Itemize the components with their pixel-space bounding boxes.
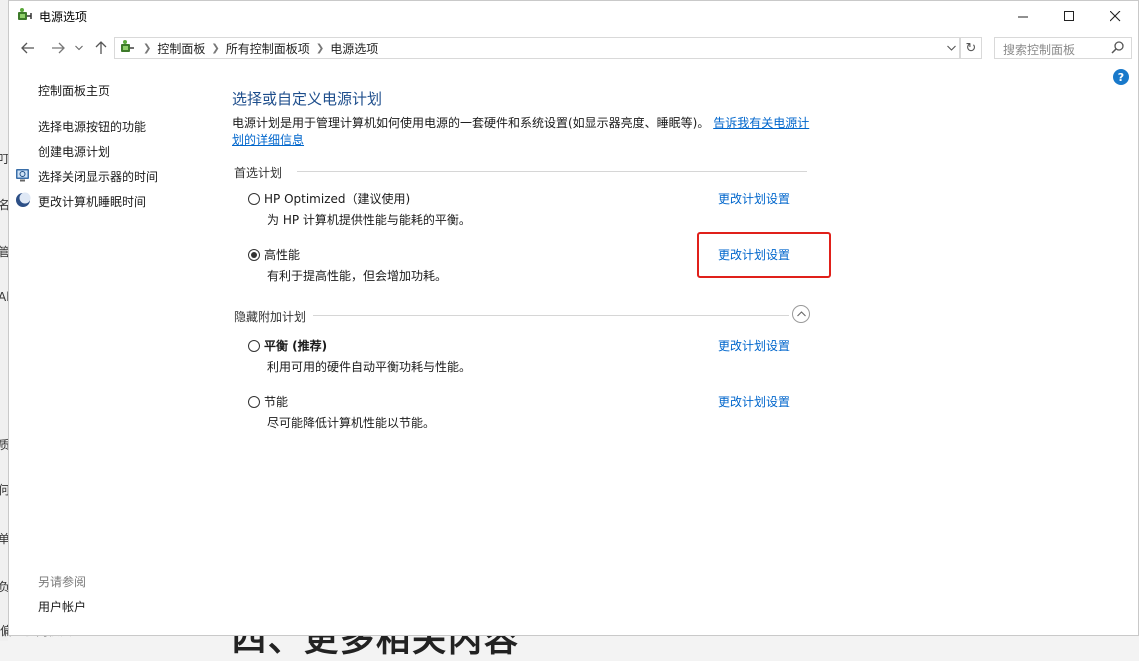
- minimize-button[interactable]: [1000, 1, 1046, 31]
- title-bar: 电源选项: [9, 1, 1138, 31]
- control-panel-home-link[interactable]: 控制面板主页: [38, 82, 110, 99]
- plan-radio-balanced[interactable]: [248, 340, 260, 352]
- navigation-bar: ❯ 控制面板 ❯ 所有控制面板项 ❯ 电源选项 ↻ 搜索控制面板: [9, 35, 1138, 61]
- plan-radio-power-saver[interactable]: [248, 396, 260, 408]
- search-box[interactable]: 搜索控制面板: [994, 37, 1132, 59]
- plan-desc-balanced: 利用可用的硬件自动平衡功耗与性能。: [267, 360, 472, 374]
- display-timer-icon: [16, 169, 29, 182]
- divider: [297, 171, 807, 172]
- user-accounts-link[interactable]: 用户帐户: [38, 598, 86, 615]
- close-button[interactable]: [1092, 1, 1138, 31]
- breadcrumb-all-items[interactable]: 所有控制面板项: [226, 40, 310, 57]
- close-icon: [1109, 10, 1120, 21]
- hidden-plans-heading: 隐藏附加计划: [234, 310, 307, 324]
- back-button[interactable]: [17, 35, 39, 61]
- address-bar[interactable]: ❯ 控制面板 ❯ 所有控制面板项 ❯ 电源选项: [114, 37, 960, 59]
- breadcrumb-control-panel[interactable]: 控制面板: [157, 40, 205, 57]
- address-dropdown-button[interactable]: [943, 38, 959, 58]
- maximize-button[interactable]: [1046, 1, 1092, 31]
- change-plan-settings-link[interactable]: 更改计划设置: [718, 393, 790, 410]
- preferred-plans-heading: 首选计划: [234, 166, 283, 180]
- change-plan-settings-link[interactable]: 更改计划设置: [718, 190, 790, 207]
- power-options-window: 电源选项 ❯ 控制面板 ❯ 所有控制面板项 ❯ 电源选项 ↻ 搜索控制面板 ? …: [8, 0, 1139, 636]
- search-icon[interactable]: [1111, 40, 1125, 54]
- chevron-up-icon: [796, 311, 806, 317]
- breadcrumb-power-options[interactable]: 电源选项: [330, 40, 378, 57]
- page-description: 电源计划是用于管理计算机如何使用电源的一套硬件和系统设置(如显示器亮度、睡眠等)…: [232, 115, 817, 149]
- power-options-icon: [18, 8, 32, 20]
- change-plan-settings-link[interactable]: 更改计划设置: [718, 337, 790, 354]
- plan-radio-high-performance[interactable]: [248, 249, 260, 261]
- plan-radio-hp-optimized[interactable]: [248, 193, 260, 205]
- chevron-down-icon: [946, 45, 956, 51]
- plan-name-high-performance[interactable]: 高性能: [264, 246, 300, 263]
- breadcrumb-separator: ❯: [211, 42, 220, 54]
- control-panel-icon: [121, 40, 134, 52]
- maximize-icon: [1063, 10, 1074, 21]
- arrow-up-icon: [95, 41, 107, 54]
- plan-desc-hp-optimized: 为 HP 计算机提供性能与能耗的平衡。: [267, 213, 471, 227]
- window-title: 电源选项: [39, 10, 88, 24]
- refresh-button[interactable]: ↻: [960, 37, 982, 59]
- plan-name-balanced[interactable]: 平衡 (推荐): [264, 337, 327, 354]
- search-input[interactable]: 搜索控制面板: [1003, 41, 1075, 58]
- sleep-time-link[interactable]: 更改计算机睡眠时间: [38, 193, 146, 210]
- create-power-plan-link[interactable]: 创建电源计划: [38, 143, 110, 160]
- plan-desc-high-performance: 有利于提高性能，但会增加功耗。: [267, 269, 448, 283]
- description-text: 电源计划是用于管理计算机如何使用电源的一套硬件和系统设置(如显示器亮度、睡眠等)…: [232, 116, 710, 130]
- highlight-annotation: [697, 232, 831, 278]
- plan-name-power-saver[interactable]: 节能: [264, 393, 288, 410]
- page-title: 选择或自定义电源计划: [232, 90, 383, 108]
- plan-name-hp-optimized[interactable]: HP Optimized（建议使用): [264, 190, 410, 207]
- breadcrumb-separator: ❯: [143, 42, 152, 54]
- minimize-icon: [1017, 16, 1028, 17]
- power-button-function-link[interactable]: 选择电源按钮的功能: [38, 118, 146, 135]
- forward-button[interactable]: [47, 35, 69, 61]
- sleep-moon-icon: [16, 192, 31, 207]
- recent-locations-button[interactable]: [72, 35, 86, 61]
- help-icon[interactable]: ?: [1113, 69, 1129, 85]
- arrow-right-icon: [52, 42, 65, 54]
- plan-desc-power-saver: 尽可能降低计算机性能以节能。: [267, 416, 436, 430]
- display-off-time-link[interactable]: 选择关闭显示器的时间: [38, 168, 158, 185]
- collapse-button[interactable]: [792, 305, 810, 323]
- up-button[interactable]: [91, 35, 111, 61]
- see-also-heading: 另请参阅: [38, 575, 87, 589]
- arrow-left-icon: [21, 42, 34, 54]
- divider: [313, 315, 789, 316]
- refresh-icon: ↻: [965, 40, 977, 56]
- chevron-down-icon: [75, 45, 83, 51]
- breadcrumb-separator: ❯: [315, 42, 325, 54]
